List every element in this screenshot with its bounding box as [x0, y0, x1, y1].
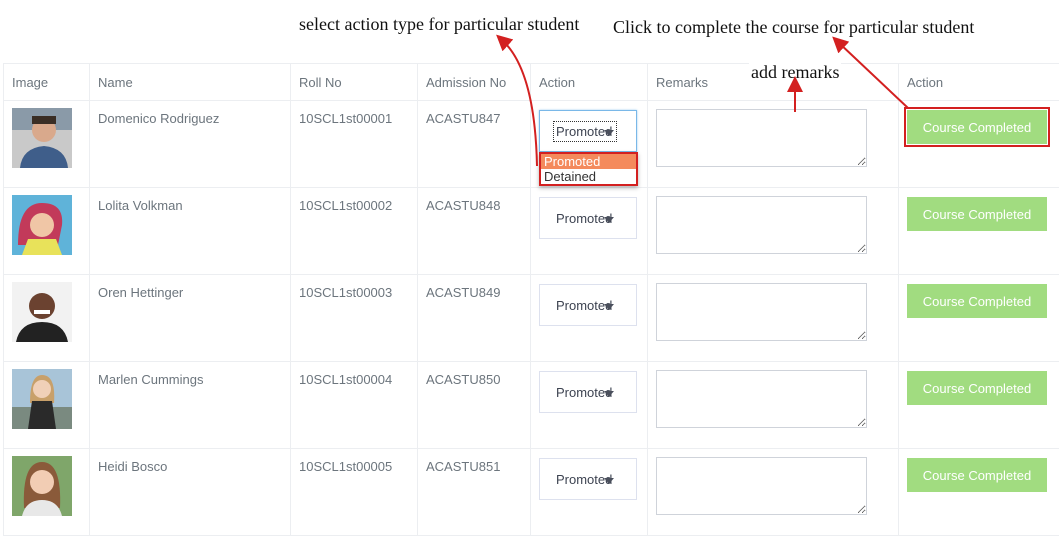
student-photo [12, 369, 72, 429]
admission-no: ACASTU851 [418, 449, 531, 536]
header-admission-no: Admission No [418, 64, 531, 101]
button-cell: Course Completed [899, 449, 1059, 536]
chevron-down-icon [604, 217, 614, 223]
course-completed-button[interactable]: Course Completed [907, 371, 1047, 405]
dropdown-option-detained[interactable]: Detained [541, 169, 636, 184]
remarks-cell [648, 275, 899, 362]
dropdown-option-promoted[interactable]: Promoted [541, 154, 636, 169]
roll-no: 10SCL1st00003 [291, 275, 418, 362]
header-image: Image [4, 64, 90, 101]
action-select[interactable]: Promoted [539, 110, 637, 152]
header-name: Name [90, 64, 291, 101]
student-photo [12, 195, 72, 255]
annotation-complete-course: Click to complete the course for particu… [613, 17, 974, 38]
remarks-cell [648, 101, 899, 188]
student-photo [12, 282, 72, 342]
roll-no: 10SCL1st00001 [291, 101, 418, 188]
admission-no: ACASTU850 [418, 362, 531, 449]
image-cell [4, 188, 90, 275]
image-cell [4, 362, 90, 449]
remarks-cell [648, 449, 899, 536]
chevron-down-icon [604, 304, 614, 310]
table-row: Heidi Bosco 10SCL1st00005 ACASTU851 Prom… [4, 449, 1059, 536]
remarks-cell [648, 188, 899, 275]
remarks-textarea[interactable] [656, 457, 867, 515]
chevron-down-icon [604, 391, 614, 397]
button-cell: Course Completed [899, 188, 1059, 275]
roll-no: 10SCL1st00002 [291, 188, 418, 275]
image-cell [4, 101, 90, 188]
chevron-down-icon [604, 130, 614, 136]
admission-no: ACASTU849 [418, 275, 531, 362]
action-select[interactable]: Promoted [539, 458, 637, 500]
roll-no: 10SCL1st00004 [291, 362, 418, 449]
admission-no: ACASTU848 [418, 188, 531, 275]
image-cell [4, 275, 90, 362]
student-photo [12, 108, 72, 168]
action-cell: Promoted [531, 275, 648, 362]
annotation-select-action: select action type for particular studen… [299, 14, 579, 35]
roll-no: 10SCL1st00005 [291, 449, 418, 536]
student-photo [12, 456, 72, 516]
student-name: Lolita Volkman [90, 188, 291, 275]
header-action-2: Action [899, 64, 1059, 101]
remarks-textarea[interactable] [656, 283, 867, 341]
image-cell [4, 449, 90, 536]
button-cell: Course Completed [899, 101, 1059, 188]
button-cell: Course Completed [899, 362, 1059, 449]
header-action: Action [531, 64, 648, 101]
table-header-row: Image Name Roll No Admission No Action R… [4, 64, 1059, 101]
remarks-textarea[interactable] [656, 370, 867, 428]
admission-no: ACASTU847 [418, 101, 531, 188]
student-name: Domenico Rodriguez [90, 101, 291, 188]
action-dropdown-list: Promoted Detained [539, 152, 638, 186]
action-cell: Promoted [531, 362, 648, 449]
remarks-cell [648, 362, 899, 449]
button-cell: Course Completed [899, 275, 1059, 362]
action-cell: Promoted [531, 188, 648, 275]
student-name: Heidi Bosco [90, 449, 291, 536]
header-roll-no: Roll No [291, 64, 418, 101]
action-cell: Promoted [531, 449, 648, 536]
table-row: Marlen Cummings 10SCL1st00004 ACASTU850 … [4, 362, 1059, 449]
course-completed-button[interactable]: Course Completed [907, 284, 1047, 318]
remarks-textarea[interactable] [656, 196, 867, 254]
course-completed-button[interactable]: Course Completed [907, 458, 1047, 492]
action-select[interactable]: Promoted [539, 197, 637, 239]
students-table: Image Name Roll No Admission No Action R… [3, 63, 1059, 536]
action-select[interactable]: Promoted [539, 284, 637, 326]
table-row: Oren Hettinger 10SCL1st00003 ACASTU849 P… [4, 275, 1059, 362]
remarks-textarea[interactable] [656, 109, 867, 167]
table-row: Domenico Rodriguez 10SCL1st00001 ACASTU8… [4, 101, 1059, 188]
course-completed-button[interactable]: Course Completed [907, 197, 1047, 231]
annotation-add-remarks: add remarks [749, 62, 841, 83]
course-completed-button[interactable]: Course Completed [907, 110, 1047, 144]
student-name: Marlen Cummings [90, 362, 291, 449]
table-row: Lolita Volkman 10SCL1st00002 ACASTU848 P… [4, 188, 1059, 275]
student-name: Oren Hettinger [90, 275, 291, 362]
action-select[interactable]: Promoted [539, 371, 637, 413]
